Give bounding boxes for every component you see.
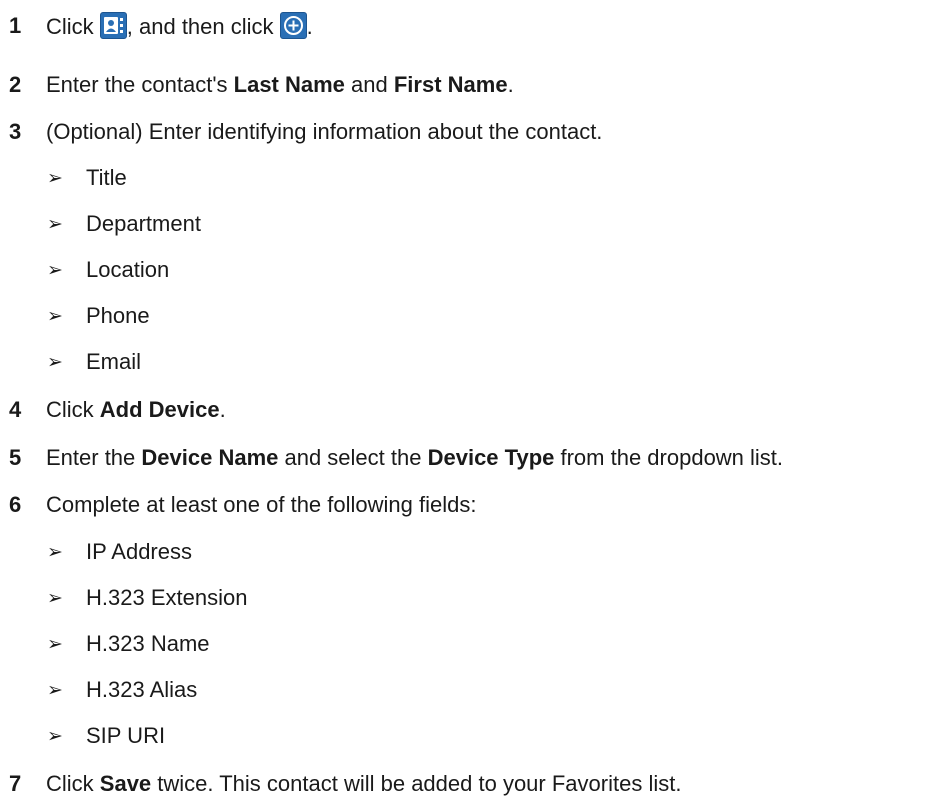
step-number: 2 (9, 72, 22, 97)
list-item-label: H.323 Alias (86, 677, 198, 702)
step-text: Click Save twice. This contact will be a… (46, 770, 681, 798)
field-name-last: Last Name (233, 72, 345, 97)
field-name-device-type: Device Type (427, 445, 555, 470)
step-number: 4 (9, 397, 22, 422)
step-text-part: Click (46, 14, 100, 39)
bullet-arrow-icon: ➢ (47, 167, 63, 189)
list-item-label: Email (86, 349, 142, 374)
step-text: Click Add Device. (46, 396, 226, 424)
list-item-label: Phone (86, 303, 150, 328)
step-text-part: and select the (278, 445, 428, 470)
list-item-label: Department (86, 211, 201, 236)
step-number: 1 (9, 13, 22, 38)
bullet-arrow-icon: ➢ (47, 633, 63, 655)
button-name-add-device: Add Device (99, 397, 220, 422)
step-number: 6 (9, 492, 22, 517)
add-circle-icon[interactable] (279, 12, 307, 39)
step-number: 3 (9, 119, 22, 144)
step-number: 7 (9, 771, 22, 796)
list-item-label: Title (86, 165, 127, 190)
step-number: 5 (9, 445, 22, 470)
field-name-device-name: Device Name (141, 445, 279, 470)
step-text-part: Enter the (46, 445, 142, 470)
step-text: Complete at least one of the following f… (46, 492, 477, 517)
bullet-arrow-icon: ➢ (47, 213, 63, 235)
step-text-part: Click (46, 397, 100, 422)
bullet-arrow-icon: ➢ (47, 305, 63, 327)
button-name-save: Save (99, 771, 152, 796)
list-item-label: Location (86, 257, 170, 282)
list-item-label: H.323 Extension (86, 585, 248, 610)
list-item-label: IP Address (86, 539, 192, 564)
list-item-label: H.323 Name (86, 631, 210, 656)
step-text-part: . (507, 72, 514, 97)
step-text-part: twice. This contact will be added to you… (151, 771, 682, 796)
step-text: Enter the contact's Last Name and First … (46, 71, 514, 99)
field-name-first: First Name (393, 72, 508, 97)
step-text-part: from the dropdown list. (554, 445, 784, 470)
bullet-arrow-icon: ➢ (47, 587, 63, 609)
step-text-part: , and then click (126, 14, 280, 39)
step-text-part: . (219, 397, 226, 422)
bullet-arrow-icon: ➢ (47, 541, 63, 563)
bullet-arrow-icon: ➢ (47, 259, 63, 281)
step-text: (Optional) Enter identifying information… (46, 119, 603, 144)
contacts-icon[interactable] (99, 12, 127, 39)
step-text-part: . (306, 14, 313, 39)
step-text-part: Enter the contact's (46, 72, 234, 97)
list-item-label: SIP URI (86, 723, 166, 748)
step-text: Click , and then click . (46, 12, 313, 41)
step-text-part: Click (46, 771, 100, 796)
bullet-arrow-icon: ➢ (47, 679, 63, 701)
step-text: Enter the Device Name and select the Dev… (46, 444, 783, 472)
step-text-part: and (344, 72, 394, 97)
bullet-arrow-icon: ➢ (47, 725, 63, 747)
bullet-arrow-icon: ➢ (47, 351, 63, 373)
